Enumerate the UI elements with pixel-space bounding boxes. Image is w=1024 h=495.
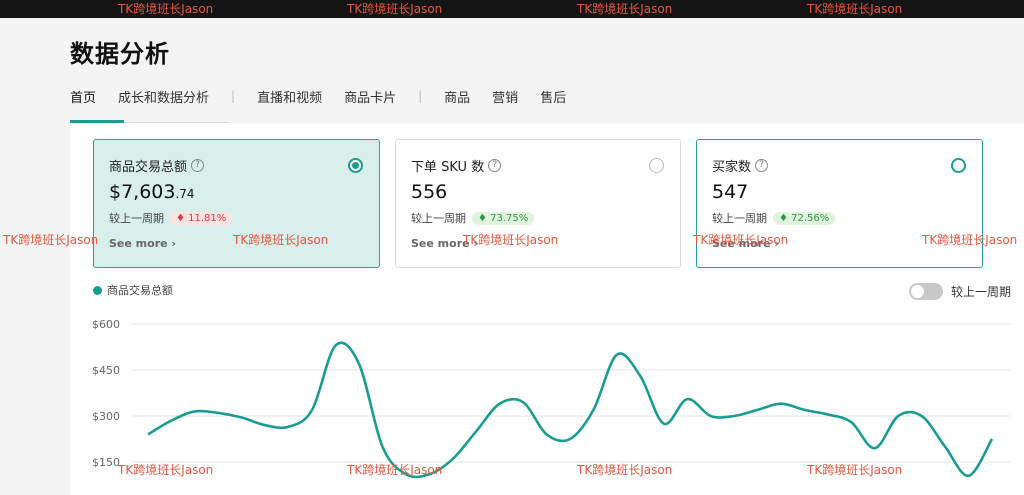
data-point[interactable] bbox=[614, 352, 620, 358]
y-tick-label: $150 bbox=[92, 456, 120, 469]
data-point[interactable] bbox=[801, 407, 807, 413]
data-point[interactable] bbox=[848, 419, 854, 425]
data-point[interactable] bbox=[778, 401, 784, 407]
data-point[interactable] bbox=[590, 407, 596, 413]
data-point[interactable] bbox=[215, 410, 221, 416]
data-point[interactable] bbox=[966, 473, 972, 479]
data-point[interactable] bbox=[637, 373, 643, 379]
data-point[interactable] bbox=[895, 413, 901, 419]
data-point[interactable] bbox=[684, 396, 690, 402]
data-point[interactable] bbox=[755, 407, 761, 413]
data-point[interactable] bbox=[403, 471, 409, 477]
data-point[interactable] bbox=[239, 415, 245, 421]
data-point[interactable] bbox=[825, 411, 831, 417]
data-point[interactable] bbox=[473, 428, 479, 434]
data-point[interactable] bbox=[450, 456, 456, 462]
data-point[interactable] bbox=[872, 445, 878, 451]
data-point[interactable] bbox=[520, 399, 526, 405]
data-point[interactable] bbox=[286, 424, 292, 430]
data-point[interactable] bbox=[708, 413, 714, 419]
data-point[interactable] bbox=[426, 471, 432, 477]
series-line-gmv bbox=[147, 341, 994, 479]
gmv-line-chart: $150 $300 $450 $600 bbox=[92, 318, 1010, 479]
data-point[interactable] bbox=[919, 413, 925, 419]
data-point[interactable] bbox=[145, 431, 151, 437]
y-tick-label: $450 bbox=[92, 364, 120, 377]
data-point[interactable] bbox=[497, 401, 503, 407]
data-point[interactable] bbox=[989, 436, 995, 442]
data-point[interactable] bbox=[567, 436, 573, 442]
y-tick-label: $300 bbox=[92, 410, 120, 423]
data-point[interactable] bbox=[356, 361, 362, 367]
data-point[interactable] bbox=[333, 342, 339, 348]
data-point[interactable] bbox=[544, 431, 550, 437]
data-point[interactable] bbox=[309, 407, 315, 413]
data-point[interactable] bbox=[192, 408, 198, 414]
data-point[interactable] bbox=[942, 444, 948, 450]
data-point[interactable] bbox=[379, 444, 385, 450]
data-point[interactable] bbox=[661, 421, 667, 427]
y-tick-label: $600 bbox=[92, 318, 120, 331]
data-point[interactable] bbox=[262, 422, 268, 428]
data-point[interactable] bbox=[731, 413, 737, 419]
data-point[interactable] bbox=[168, 418, 174, 424]
